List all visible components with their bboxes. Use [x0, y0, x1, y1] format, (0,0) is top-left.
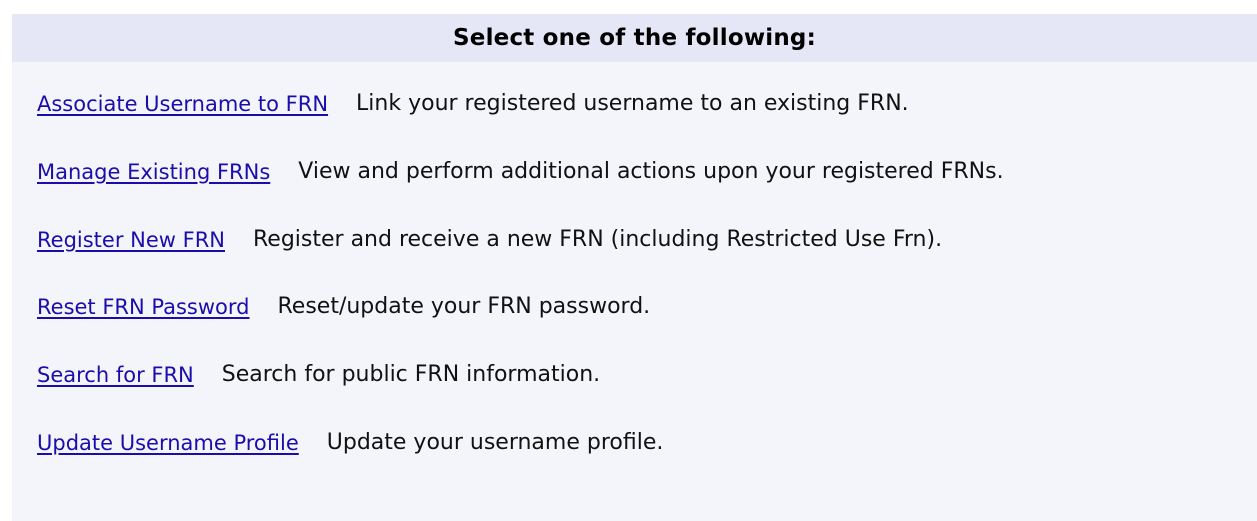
option-list: Associate Username to FRN Link your regi… [37, 84, 1252, 491]
reset-frn-password-link[interactable]: Reset FRN Password [37, 287, 249, 327]
option-associate-username: Associate Username to FRN Link your regi… [37, 84, 1252, 152]
update-username-profile-link[interactable]: Update Username Profile [37, 423, 299, 463]
option-description: Reset/update your FRN password. [277, 294, 651, 320]
search-for-frn-link[interactable]: Search for FRN [37, 355, 194, 395]
option-manage-frns: Manage Existing FRNs View and perform ad… [37, 152, 1252, 220]
option-search-frn: Search for FRN Search for public FRN inf… [37, 355, 1252, 423]
option-update-profile: Update Username Profile Update your user… [37, 423, 1252, 491]
panel-title: Select one of the following: [453, 25, 816, 51]
option-description: Update your username profile. [326, 429, 664, 455]
associate-username-link[interactable]: Associate Username to FRN [37, 84, 328, 124]
option-description: Link your registered username to an exis… [356, 91, 909, 116]
panel-header: Select one of the following: [12, 14, 1257, 62]
option-description: Register and receive a new FRN (includin… [253, 226, 943, 252]
option-description: View and perform additional actions upon… [298, 158, 1004, 184]
register-new-frn-link[interactable]: Register New FRN [37, 220, 225, 260]
manage-existing-frns-link[interactable]: Manage Existing FRNs [37, 152, 270, 192]
frn-options-panel: Select one of the following: Associate U… [12, 14, 1257, 521]
option-register-frn: Register New FRN Register and receive a … [37, 220, 1252, 288]
option-reset-password: Reset FRN Password Reset/update your FRN… [37, 287, 1252, 355]
option-description: Search for public FRN information. [221, 362, 601, 388]
